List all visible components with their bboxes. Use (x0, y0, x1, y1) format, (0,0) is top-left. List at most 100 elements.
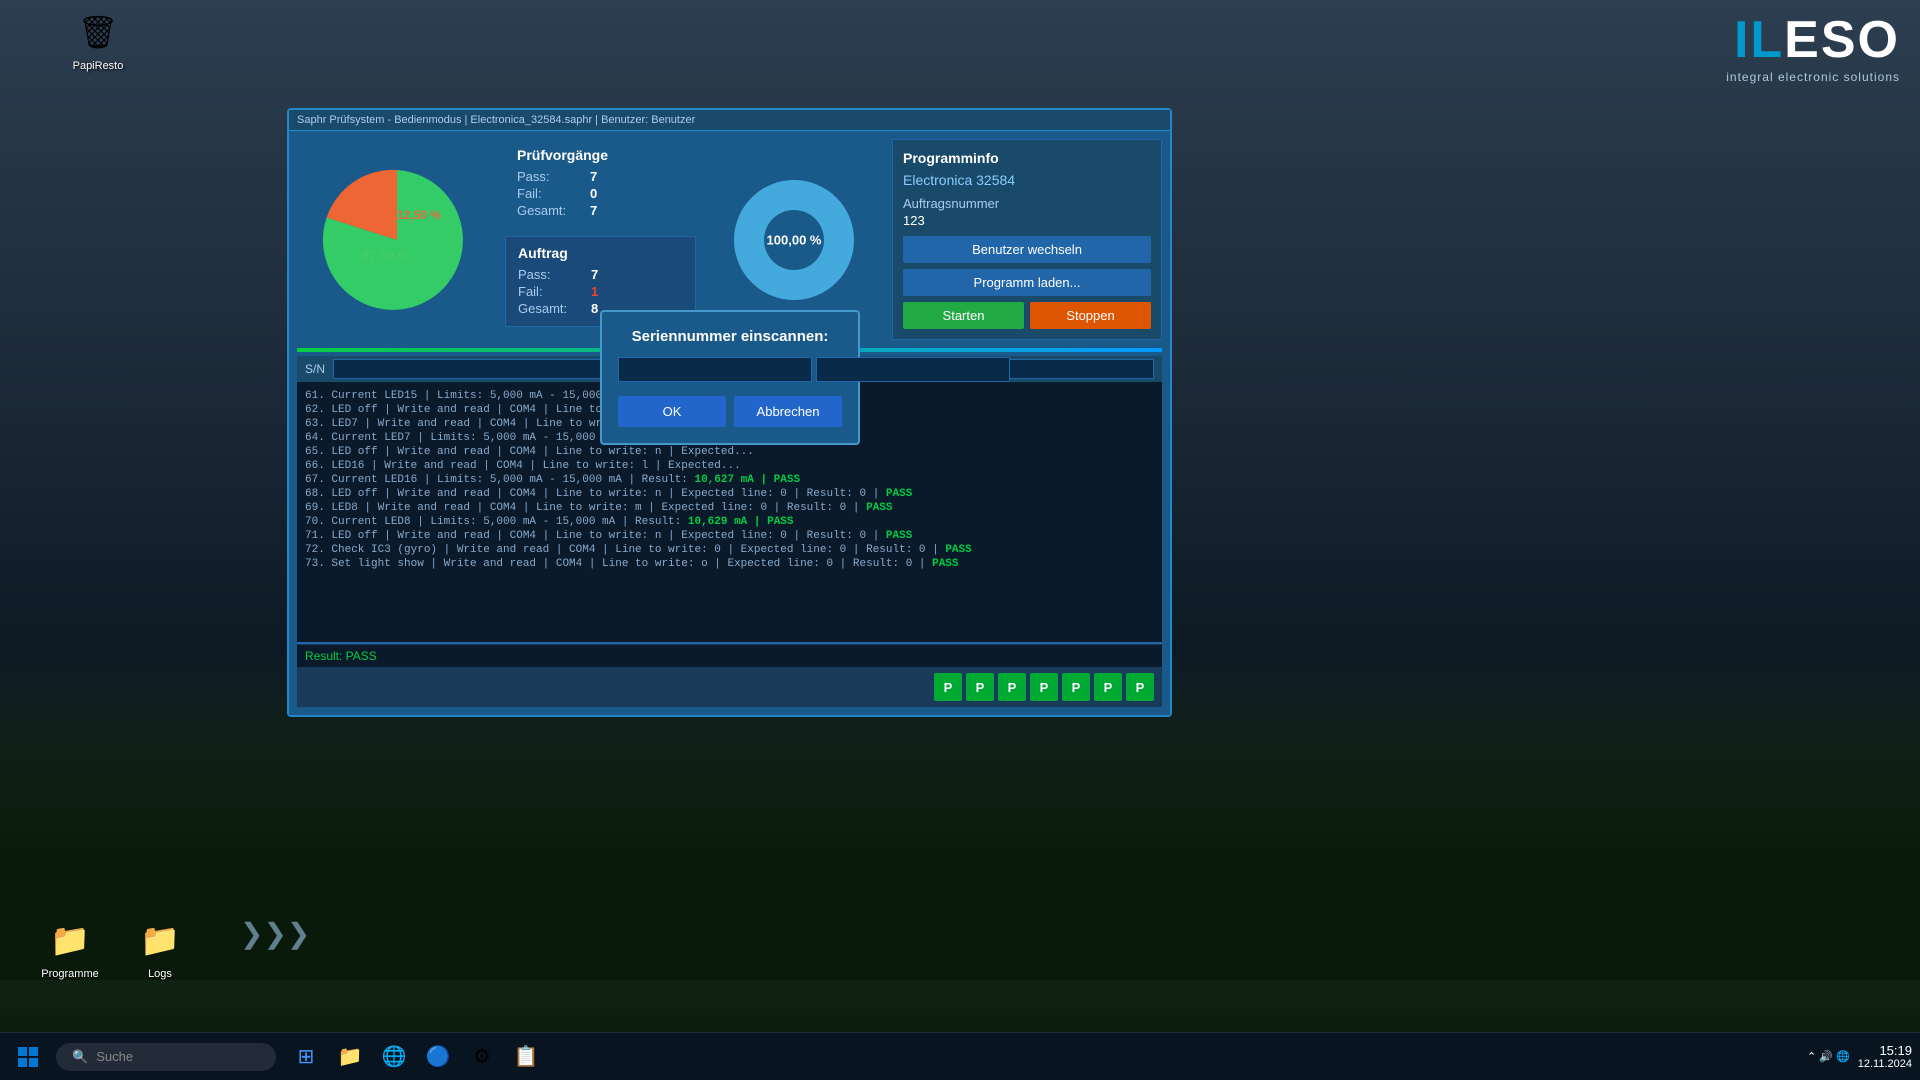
explorer-icon: 📁 (338, 1044, 363, 1069)
pass-badge-5: P (1062, 673, 1090, 701)
taskbar-app-widgets[interactable]: ⊞ (286, 1037, 326, 1077)
log-line-72: 72. Check IC3 (gyro) | Write and read | … (305, 544, 1154, 556)
pruef-gesamt-row: Gesamt: 7 (517, 203, 684, 218)
auftrag-pass-row: Pass: 7 (518, 267, 683, 282)
taskbar-system-tray: ⌃ 🔊 🌐 (1807, 1050, 1850, 1063)
taskbar-app-settings[interactable]: ⚙ (462, 1037, 502, 1077)
taskbar-app-explorer[interactable]: 📁 (330, 1037, 370, 1077)
app-blue-icon: 🔵 (426, 1044, 451, 1069)
pruef-pass-value: 7 (590, 169, 597, 184)
edge-icon: 🌐 (382, 1044, 407, 1069)
notes-icon: 📋 (514, 1044, 539, 1069)
benutzer-wechseln-button[interactable]: Benutzer wechseln (903, 236, 1151, 263)
taskbar-start-button[interactable] (8, 1037, 48, 1077)
desktop-icon-logs[interactable]: 📁 Logs (120, 916, 200, 980)
log-line-65: 65. LED off | Write and read | COM4 | Li… (305, 446, 1154, 458)
pie-chart-1-section: 87,50 % 12,50 % (297, 139, 497, 340)
pruefvorgaenge-title: Prüfvorgänge (517, 147, 684, 163)
program-info: Programminfo Electronica 32584 Auftragsn… (892, 139, 1162, 340)
dialog-input-row (618, 357, 842, 382)
auftrag-pass-value: 7 (591, 267, 598, 282)
starten-button[interactable]: Starten (903, 302, 1024, 329)
auftragsnummer-value: 123 (903, 213, 1151, 228)
settings-icon: ⚙ (473, 1044, 491, 1069)
start-stop-buttons: Starten Stoppen (903, 302, 1151, 329)
search-icon: 🔍 (72, 1049, 88, 1065)
desktop-icon-programme[interactable]: 📁 Programme (30, 916, 110, 980)
programm-laden-button[interactable]: Programm laden... (903, 269, 1151, 296)
logs-icon: 📁 (136, 916, 184, 964)
programme-icon: 📁 (46, 916, 94, 964)
dialog-input-1[interactable] (618, 357, 812, 382)
auftragsnummer-label: Auftragsnummer (903, 196, 1151, 211)
programme-label: Programme (41, 968, 98, 980)
log-line-70: 70. Current LED8 | Limits: 5,000 mA - 15… (305, 516, 1154, 528)
auftrag-fail-label: Fail: (518, 284, 583, 299)
pruef-fail-value: 0 (590, 186, 597, 201)
pass-indicators: P P P P P P P (297, 667, 1162, 707)
taskbar-app-blue[interactable]: 🔵 (418, 1037, 458, 1077)
window-title: Saphr Prüfsystem - Bedienmodus | Electro… (297, 114, 695, 126)
serial-number-dialog: Seriennummer einscannen: OK Abbrechen (600, 310, 860, 445)
pruef-fail-label: Fail: (517, 186, 582, 201)
pie-svg-1 (317, 160, 477, 320)
pruef-pass-row: Pass: 7 (517, 169, 684, 184)
pruef-gesamt-label: Gesamt: (517, 203, 582, 218)
program-buttons: Benutzer wechseln Programm laden... Star… (903, 236, 1151, 329)
pass-badge-7: P (1126, 673, 1154, 701)
recycle-bin-icon[interactable]: 🗑 PapiResto (58, 8, 138, 72)
programinfo-name: Electronica 32584 (903, 172, 1151, 188)
dialog-cancel-button[interactable]: Abbrechen (734, 396, 842, 427)
auftrag-gesamt-label: Gesamt: (518, 301, 583, 316)
windows-logo-icon (16, 1045, 40, 1069)
log-line-71: 71. LED off | Write and read | COM4 | Li… (305, 530, 1154, 542)
logs-label: Logs (148, 968, 172, 980)
programinfo-title: Programminfo (903, 150, 1151, 166)
auftrag-fail-row: Fail: 1 (518, 284, 683, 299)
pruef-pass-label: Pass: (517, 169, 582, 184)
taskbar-search-bar[interactable]: 🔍 Suche (56, 1043, 276, 1071)
auftrag-fail-value: 1 (591, 284, 598, 299)
ileso-logo: ILESO integral electronic solutions (1726, 10, 1900, 84)
auftrag-pass-label: Pass: (518, 267, 583, 282)
log-line-69: 69. LED8 | Write and read | COM4 | Line … (305, 502, 1154, 514)
taskbar: 🔍 Suche ⊞ 📁 🌐 🔵 ⚙ 📋 ⌃ 🔊 🌐 15:19 12.11.20… (0, 1032, 1920, 1080)
log-line-73: 73. Set light show | Write and read | CO… (305, 558, 1154, 570)
recycle-bin-img: 🗑 (74, 8, 122, 56)
pass-badge-3: P (998, 673, 1026, 701)
pie-chart-1: 87,50 % 12,50 % (317, 160, 477, 320)
ileso-title: ILESO (1726, 10, 1900, 70)
clock-date: 12.11.2024 (1858, 1058, 1912, 1070)
arrow-decoration: ❯❯❯ (240, 917, 310, 950)
pass-badge-6: P (1094, 673, 1122, 701)
log-line-68: 68. LED off | Write and read | COM4 | Li… (305, 488, 1154, 500)
sn-label: S/N (305, 362, 325, 376)
stoppen-button[interactable]: Stoppen (1030, 302, 1151, 329)
search-placeholder: Suche (96, 1049, 133, 1064)
pass-badge-1: P (934, 673, 962, 701)
clock-time: 15:19 (1858, 1043, 1912, 1058)
result-text: Result: PASS (305, 649, 377, 663)
ileso-subtitle: integral electronic solutions (1726, 70, 1900, 84)
taskbar-time: 15:19 12.11.2024 (1858, 1043, 1912, 1070)
dialog-title: Seriennummer einscannen: (618, 328, 842, 345)
auftrag-gesamt-value: 8 (591, 301, 598, 316)
pruefvorgaenge-box: Prüfvorgänge Pass: 7 Fail: 0 Gesamt: 7 (505, 139, 696, 228)
pass-badge-2: P (966, 673, 994, 701)
widgets-icon: ⊞ (298, 1044, 315, 1069)
pruef-fail-row: Fail: 0 (517, 186, 684, 201)
pie-chart-2: 100,00 % (724, 170, 864, 310)
taskbar-app-edge[interactable]: 🌐 (374, 1037, 414, 1077)
dialog-ok-button[interactable]: OK (618, 396, 726, 427)
auftrag-title: Auftrag (518, 245, 683, 261)
result-bar: Result: PASS (297, 644, 1162, 667)
dialog-buttons: OK Abbrechen (618, 396, 842, 427)
taskbar-right: ⌃ 🔊 🌐 15:19 12.11.2024 (1807, 1043, 1912, 1070)
recycle-bin-label: PapiResto (73, 60, 124, 72)
pass-badge-4: P (1030, 673, 1058, 701)
taskbar-app-notes[interactable]: 📋 (506, 1037, 546, 1077)
pie1-percent-green: 87,50 % (362, 248, 410, 263)
log-line-66: 66. LED16 | Write and read | COM4 | Line… (305, 460, 1154, 472)
pie2-percent: 100,00 % (767, 232, 822, 247)
dialog-input-2[interactable] (816, 357, 1010, 382)
